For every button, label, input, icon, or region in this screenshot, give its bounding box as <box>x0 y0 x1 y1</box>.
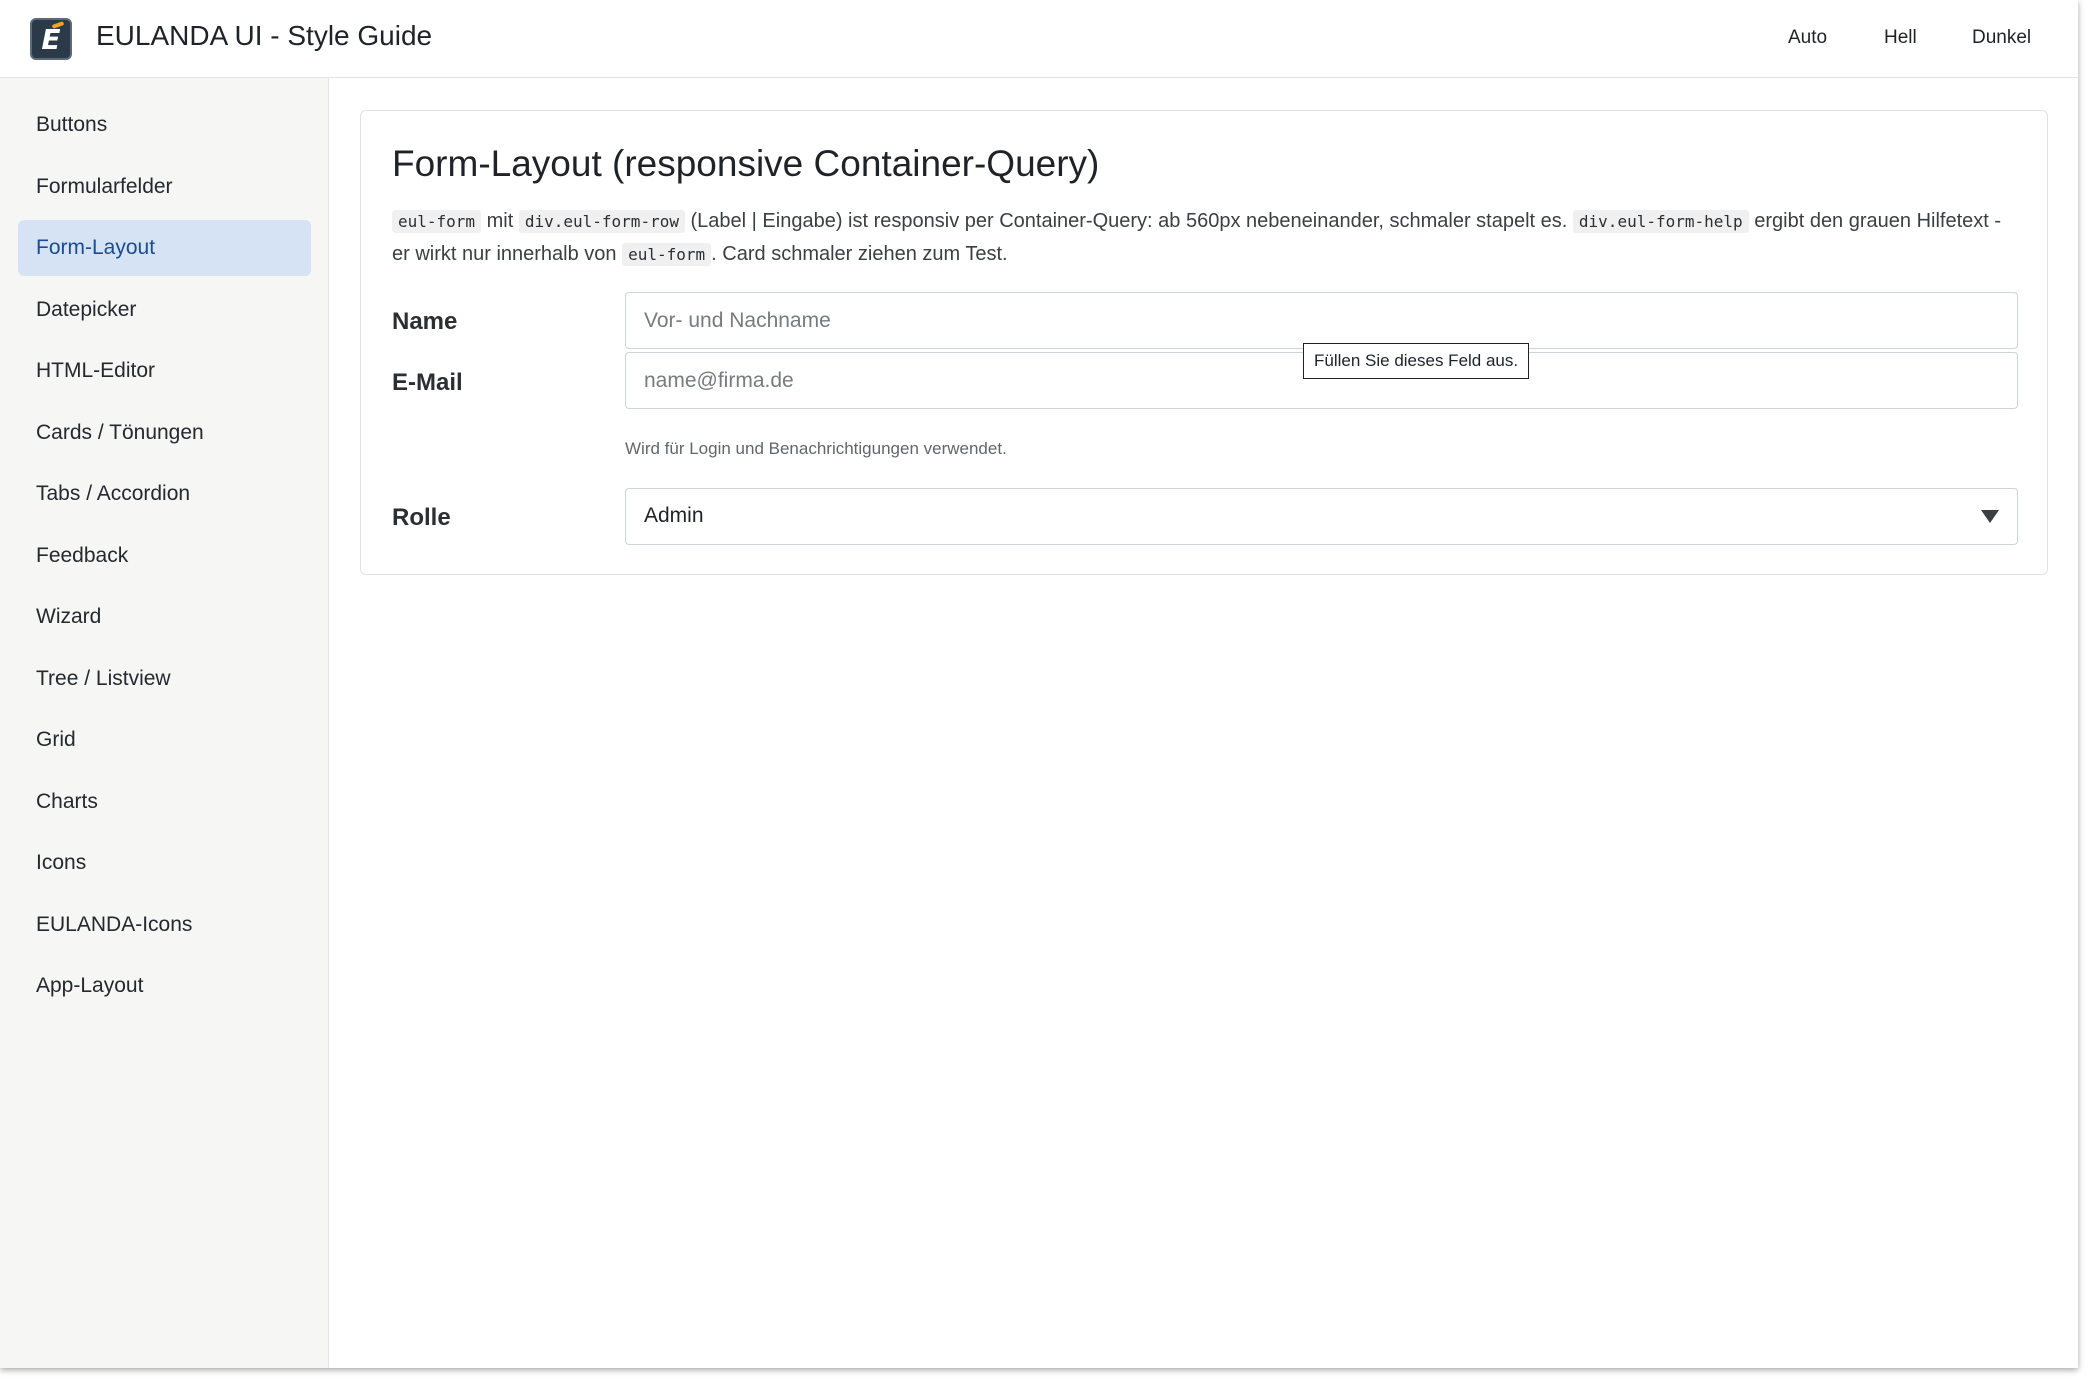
code-snippet: div.eul-form-row <box>518 210 685 233</box>
email-help-text: Wird für Login und Benachrichtigungen ve… <box>625 439 1007 458</box>
code-snippet: div.eul-form-help <box>1572 210 1749 233</box>
role-label: Rolle <box>392 504 451 531</box>
sidebar-item-buttons[interactable]: Buttons <box>18 97 311 153</box>
sidebar-item-eulanda-icons[interactable]: EULANDA-Icons <box>18 897 311 953</box>
sidebar-item-form-layout[interactable]: Form-Layout <box>18 220 311 276</box>
code-snippet: eul-form <box>622 243 712 266</box>
role-select[interactable]: Admin <box>625 488 2018 545</box>
name-label: Name <box>392 308 458 335</box>
sidebar-item-tree-listview[interactable]: Tree / Listview <box>18 651 311 707</box>
validation-tooltip: Füllen Sie dieses Feld aus. <box>1303 343 1530 379</box>
app-window: E EULANDA UI - Style Guide Auto Hell Dun… <box>0 0 2078 1368</box>
card-title: Form-Layout (responsive Container-Query) <box>392 143 1100 184</box>
sidebar-item-tabs-accordion[interactable]: Tabs / Accordion <box>18 466 311 522</box>
sidebar-item-app-layout[interactable]: App-Layout <box>18 958 311 1014</box>
theme-auto-button[interactable]: Auto <box>1788 27 1827 49</box>
eulanda-logo-icon: E <box>30 18 72 60</box>
name-input[interactable] <box>625 292 2018 349</box>
sidebar-item-datepicker[interactable]: Datepicker <box>18 282 311 338</box>
sidebar-nav: Buttons Formularfelder Form-Layout Datep… <box>0 78 329 1368</box>
desc-text: (Label | Eingabe) ist responsiv per Cont… <box>684 210 1573 232</box>
sidebar-item-charts[interactable]: Charts <box>18 774 311 830</box>
code-snippet: eul-form <box>392 210 482 233</box>
chevron-down-icon <box>1981 510 1999 523</box>
app-header: E EULANDA UI - Style Guide Auto Hell Dun… <box>0 0 2078 78</box>
email-label: E-Mail <box>392 369 463 396</box>
sidebar-item-cards-toenungen[interactable]: Cards / Tönungen <box>18 405 311 461</box>
form-layout-card: Form-Layout (responsive Container-Query)… <box>360 110 2048 575</box>
card-description: eul-form mit div.eul-form-row (Label | E… <box>392 205 2022 271</box>
sidebar-item-html-editor[interactable]: HTML-Editor <box>18 343 311 399</box>
desc-text: mit <box>481 210 519 232</box>
sidebar-item-icons[interactable]: Icons <box>18 835 311 891</box>
role-select-value: Admin <box>644 504 704 527</box>
sidebar-item-grid[interactable]: Grid <box>18 712 311 768</box>
sidebar-item-formularfelder[interactable]: Formularfelder <box>18 159 311 215</box>
desc-text: . Card schmaler ziehen zum Test. <box>711 243 1008 265</box>
logo-letter: E <box>41 23 61 56</box>
sidebar-item-feedback[interactable]: Feedback <box>18 528 311 584</box>
theme-light-button[interactable]: Hell <box>1884 27 1917 49</box>
theme-dark-button[interactable]: Dunkel <box>1972 27 2031 49</box>
sidebar-item-wizard[interactable]: Wizard <box>18 589 311 645</box>
app-title: EULANDA UI - Style Guide <box>96 20 433 51</box>
